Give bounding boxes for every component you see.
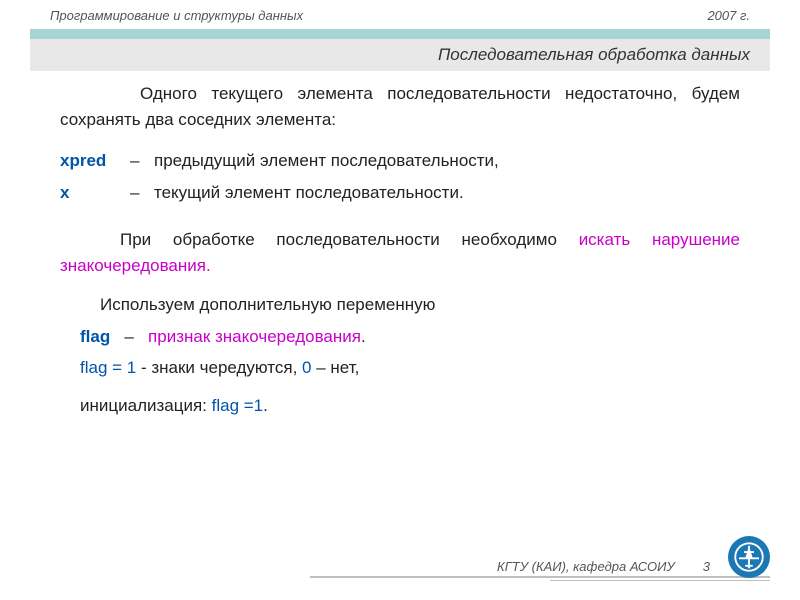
dash: – — [130, 180, 154, 206]
paragraph-intro: Одного текущего элемента последовательно… — [60, 81, 740, 132]
paragraph-variable: Используем дополнительную переменную — [60, 292, 740, 318]
paragraph-processing: При обработке последовательности необход… — [60, 227, 740, 278]
footer-rule-2 — [550, 580, 770, 581]
definition-x: x – текущий элемент последовательности. — [60, 180, 740, 206]
section-title: Последовательная обработка данных — [30, 39, 770, 71]
init-period: . — [263, 396, 268, 415]
flag-name: flag — [80, 327, 110, 346]
term-xpred: xpred — [60, 148, 130, 174]
para2-lead: При обработке последовательности необход… — [120, 230, 579, 249]
dash: – — [130, 148, 154, 174]
footer-rule — [310, 576, 770, 578]
slide-header: Программирование и структуры данных 2007… — [0, 0, 800, 27]
slide-body: Одного текущего элемента последовательно… — [0, 71, 800, 418]
flag-definition: flag – признак знакочередования. — [80, 324, 740, 350]
footer-org: КГТУ (КАИ), кафедра АСОИУ — [497, 559, 675, 574]
init-label: инициализация: — [80, 396, 212, 415]
flag-eq1-text: - знаки чередуются, — [136, 358, 302, 377]
flag-zero: 0 — [302, 358, 311, 377]
dash: – — [124, 327, 133, 346]
desc-xpred: предыдущий элемент последовательности, — [154, 148, 740, 174]
slide-footer: КГТУ (КАИ), кафедра АСОИУ 3 — [497, 559, 710, 574]
header-right: 2007 г. — [707, 8, 750, 23]
desc-x: текущий элемент последовательности. — [154, 180, 740, 206]
flag-eq1-end: – нет, — [312, 358, 360, 377]
period: . — [361, 327, 366, 346]
plane-icon — [728, 536, 770, 578]
page-number: 3 — [703, 559, 710, 574]
flag-eq1: flag = 1 — [80, 358, 136, 377]
header-left: Программирование и структуры данных — [50, 8, 303, 23]
flag-values: flag = 1 - знаки чередуются, 0 – нет, — [80, 355, 740, 381]
init-value: flag =1 — [212, 396, 264, 415]
flag-desc: признак знакочередования — [148, 327, 361, 346]
flag-init: инициализация: flag =1. — [80, 393, 740, 419]
term-x: x — [60, 180, 130, 206]
definition-xpred: xpred – предыдущий элемент последователь… — [60, 148, 740, 174]
